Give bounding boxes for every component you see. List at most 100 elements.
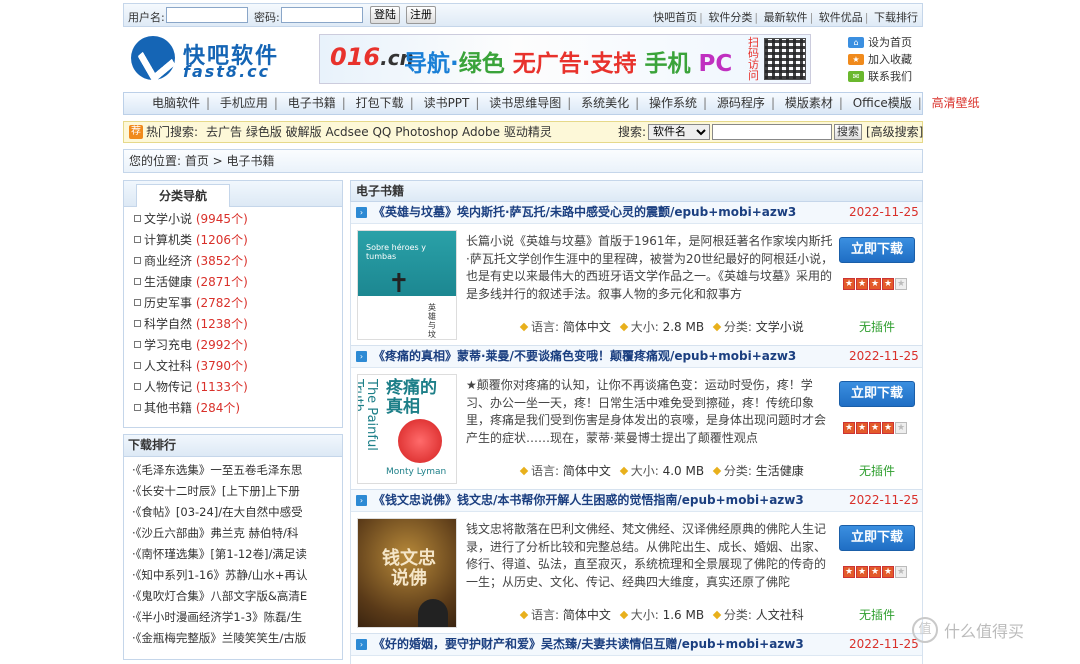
advanced-search-link[interactable]: [高级搜索] <box>866 122 923 142</box>
download-button[interactable]: 立即下载 <box>839 237 915 263</box>
arrow-icon: › <box>356 351 367 362</box>
logo-v-icon <box>131 36 175 80</box>
top-link-home[interactable]: 快吧首页 <box>653 11 697 24</box>
category-item[interactable]: 文学小说 (9945个) <box>124 209 342 230</box>
book-meta: 语言: 简体中文 大小: 1.6 MB 分类: 人文社科 <box>515 606 804 623</box>
rank-item[interactable]: ·《半小时漫画经济学1-3》陈磊/生 <box>124 607 342 628</box>
bullet-icon <box>134 299 141 306</box>
sidebar: 分类导航 文学小说 (9945个) 计算机类 (1206个) 商业经济 (3852个… <box>123 180 343 660</box>
book-title[interactable]: 《疼痛的真相》蒙蒂·莱曼/不要谈痛色变哦！颠覆疼痛观/epub+mobi+azw… <box>373 346 796 367</box>
bullet-icon <box>134 236 141 243</box>
category-nav-title: 分类导航 <box>136 184 230 207</box>
book-date: 2022-11-25 <box>849 205 919 219</box>
download-rank-box: 下载排行 ·《毛泽东选集》一至五卷毛泽东思 ·《长安十二时辰》[上下册]上下册 ·《… <box>123 434 343 660</box>
category-nav-box: 分类导航 文学小说 (9945个) 计算机类 (1206个) 商业经济 (3852个… <box>123 180 343 428</box>
add-favorite-link[interactable]: ★ 加入收藏 <box>848 51 912 68</box>
book-date: 2022-11-25 <box>849 637 919 651</box>
register-button[interactable]: 注册 <box>406 6 436 24</box>
rank-item[interactable]: ·《知中系列1-16》苏静/山水+再认 <box>124 565 342 586</box>
rank-item[interactable]: ·《食帖》[03-24]/在大自然中感受 <box>124 502 342 523</box>
book-description: ★颠覆你对疼痛的认知，让你不再谈痛色变：运动时受伤，疼！学习、办公一坐一天，疼！… <box>466 378 827 445</box>
nav-item-wallpaper[interactable]: 高清壁纸 <box>932 93 980 114</box>
category-item[interactable]: 科学自然 (1238个) <box>124 314 342 335</box>
main-nav: 电脑软件 | 手机应用 | 电子书籍 | 打包下载 | 读书PPT | 读书思维导图 | 系… <box>123 92 980 115</box>
rank-item[interactable]: ·《南怀瑾选集》[第1-12卷]/满足读 <box>124 544 342 565</box>
top-link-latest[interactable]: 最新软件 <box>764 11 808 24</box>
arrow-icon: › <box>356 207 367 218</box>
book-item: › 《疼痛的真相》蒙蒂·莱曼/不要谈痛色变哦！颠覆疼痛观/epub+mobi+az… <box>350 346 923 490</box>
banner-scan-text: 扫码访问 <box>748 36 759 82</box>
rank-item[interactable]: ·《长安十二时辰》[上下册]上下册 <box>124 481 342 502</box>
book-cover[interactable]: 钱文忠说佛 <box>357 518 457 628</box>
book-language: 简体中文 <box>562 464 611 478</box>
arrow-icon: › <box>356 495 367 506</box>
book-item: › 《英雄与坟墓》埃内斯托·萨瓦托/未路中感受心灵的震颤/epub+mobi+az… <box>350 202 923 346</box>
category-item[interactable]: 人文社科 (3790个) <box>124 356 342 377</box>
hot-search-words[interactable]: 去广告 绿色版 破解版 Acdsee QQ Photoshop Adobe 驱动… <box>206 122 552 142</box>
contact-link[interactable]: ✉ 联系我们 <box>848 68 912 85</box>
search-button[interactable]: 搜索 <box>834 124 862 140</box>
password-input[interactable] <box>281 7 363 23</box>
top-link-ranking[interactable]: 下载排行 <box>874 11 918 24</box>
hot-search-bar: 荐 热门搜索: 去广告 绿色版 破解版 Acdsee QQ Photoshop … <box>123 121 923 143</box>
bullet-icon <box>134 320 141 327</box>
category-item[interactable]: 学习充电 (2992个) <box>124 335 342 356</box>
username-input[interactable] <box>166 7 248 23</box>
category-item[interactable]: 计算机类 (1206个) <box>124 230 342 251</box>
nav-item-templates[interactable]: 模版素材 <box>785 93 833 114</box>
set-homepage-link[interactable]: ⌂ 设为首页 <box>848 34 912 51</box>
category-item[interactable]: 其他书籍 (284个) <box>124 398 342 419</box>
nav-item-source[interactable]: 源码程序 <box>717 93 765 114</box>
rank-item[interactable]: ·《毛泽东选集》一至五卷毛泽东思 <box>124 460 342 481</box>
book-description: 钱文忠将散落在巴利文佛经、梵文佛经、汉译佛经原典的佛陀人生记录，进行了分析比较和… <box>466 522 827 589</box>
rank-item[interactable]: ·《沙丘六部曲》弗兰克 赫伯特/科 <box>124 523 342 544</box>
nav-item-office[interactable]: Office模版 <box>853 93 912 114</box>
book-meta: 语言: 简体中文 大小: 2.8 MB 分类: 文学小说 <box>515 318 804 335</box>
bullet-icon <box>134 362 141 369</box>
category-item[interactable]: 历史军事 (2782个) <box>124 293 342 314</box>
book-meta: 语言: 简体中文 大小: 4.0 MB 分类: 生活健康 <box>515 462 804 479</box>
password-label: 密码: <box>254 11 280 24</box>
book-item: › 《好的婚姻，要守护财产和爱》吴杰臻/夫妻共读情侣互赠/epub+mobi+az… <box>350 634 923 664</box>
top-link-category[interactable]: 软件分类 <box>708 11 752 24</box>
book-cover[interactable]: The Painful Truth 疼痛的真相 Monty Lyman <box>357 374 457 484</box>
nav-item-theme[interactable]: 系统美化 <box>581 93 629 114</box>
download-button[interactable]: 立即下载 <box>839 381 915 407</box>
nav-item-ebooks[interactable]: 电子书籍 <box>288 93 336 114</box>
bullet-icon <box>134 383 141 390</box>
plugin-status: 无插件 <box>859 320 896 334</box>
book-title[interactable]: 《钱文忠说佛》钱文忠/本书帮你开解人生困惑的觉悟指南/epub+mobi+azw… <box>373 490 804 511</box>
book-title[interactable]: 《好的婚姻，要守护财产和爱》吴杰臻/夫妻共读情侣互赠/epub+mobi+azw… <box>373 634 804 655</box>
nav-item-mindmap[interactable]: 读书思维导图 <box>489 93 561 114</box>
book-title[interactable]: 《英雄与坟墓》埃内斯托·萨瓦托/未路中感受心灵的震颤/epub+mobi+azw… <box>373 202 796 223</box>
rating-stars: ★ ★ ★ ★ ★ <box>843 278 907 290</box>
login-button[interactable]: 登陆 <box>370 6 400 24</box>
book-cover[interactable]: Sobre héroes y tumbas ✝ 英雄与坟墓 <box>357 230 457 340</box>
right-quick-links: ⌂ 设为首页 ★ 加入收藏 ✉ 联系我们 <box>848 34 912 85</box>
category-item[interactable]: 生活健康 (2871个) <box>124 272 342 293</box>
search-input[interactable] <box>712 124 832 140</box>
nav-item-pc-software[interactable]: 电脑软件 <box>152 93 200 114</box>
top-link-picks[interactable]: 软件优品 <box>819 11 863 24</box>
category-item[interactable]: 人物传记 (1133个) <box>124 377 342 398</box>
category-item[interactable]: 商业经济 (3852个) <box>124 251 342 272</box>
book-language: 简体中文 <box>562 320 611 334</box>
download-button[interactable]: 立即下载 <box>839 525 915 551</box>
search-type-select[interactable]: 软件名 <box>648 124 710 140</box>
rank-item[interactable]: ·《金瓶梅完整版》兰陵笑笑生/古版 <box>124 628 342 649</box>
plugin-status: 无插件 <box>859 608 896 622</box>
nav-item-mobile-apps[interactable]: 手机应用 <box>220 93 268 114</box>
ad-banner[interactable]: 016.cn 导航·绿色 无广告·支持 手机 PC 扫码访问 <box>319 34 811 84</box>
download-rank-title: 下载排行 <box>124 435 342 457</box>
nav-item-bundle[interactable]: 打包下载 <box>356 93 404 114</box>
book-size: 4.0 MB <box>662 464 705 478</box>
book-category: 生活健康 <box>755 464 804 478</box>
rank-item[interactable]: ·《鬼吹灯合集》八部文字版&高清E <box>124 586 342 607</box>
logo-domain: fast8.cc <box>183 62 271 81</box>
book-size: 1.6 MB <box>662 608 705 622</box>
book-category: 文学小说 <box>755 320 804 334</box>
nav-item-ppt[interactable]: 读书PPT <box>424 93 470 114</box>
hot-search-label: 热门搜索: <box>146 125 199 139</box>
arrow-icon: › <box>356 639 367 650</box>
nav-item-os[interactable]: 操作系统 <box>649 93 697 114</box>
